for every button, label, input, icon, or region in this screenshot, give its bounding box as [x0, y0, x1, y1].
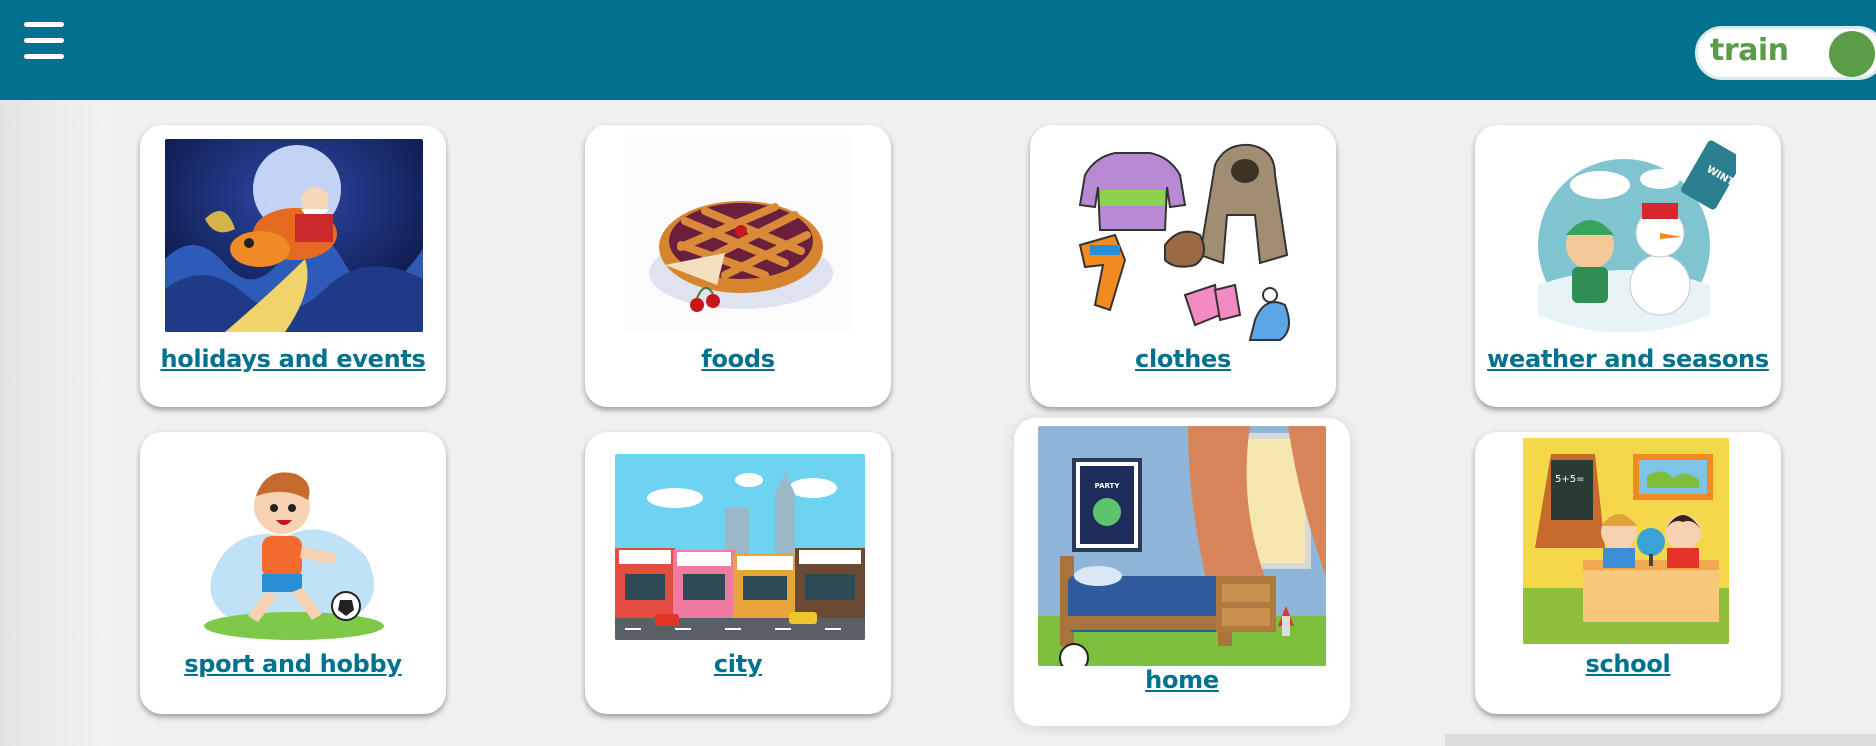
bottom-scroll-strip [1445, 734, 1876, 746]
winter-snowman-image: WINTER [1520, 135, 1736, 339]
category-title[interactable]: clothes [1030, 345, 1336, 373]
category-card-sport-and-hobby[interactable]: sport and hobby [140, 432, 446, 714]
winter-clothes-image [1055, 135, 1313, 367]
category-card-home[interactable]: PARTY home [1014, 418, 1350, 726]
category-title[interactable]: school [1475, 650, 1781, 678]
svg-text:5+5=: 5+5= [1555, 474, 1584, 485]
cherry-pie-image [625, 135, 851, 331]
category-title[interactable]: holidays and events [140, 345, 446, 373]
category-card-foods[interactable]: foods [585, 125, 891, 407]
category-card-holidays-and-events[interactable]: holidays and events [140, 125, 446, 407]
top-bar: train [0, 0, 1876, 100]
bedroom-image: PARTY [1038, 426, 1326, 666]
category-title[interactable]: weather and seasons [1475, 345, 1781, 373]
category-card-school[interactable]: 5+5= school [1475, 432, 1781, 714]
train-mode-toggle[interactable]: train [1695, 26, 1876, 80]
category-card-city[interactable]: city [585, 432, 891, 714]
svg-text:PARTY: PARTY [1095, 482, 1121, 490]
left-page-shade [0, 100, 110, 746]
category-title[interactable]: sport and hobby [140, 650, 446, 678]
boy-playing-soccer-image [196, 456, 392, 642]
category-title[interactable]: home [1014, 666, 1350, 694]
hamburger-menu-icon[interactable] [24, 22, 64, 64]
category-title[interactable]: city [585, 650, 891, 678]
toggle-label: train [1710, 33, 1789, 68]
toggle-knob[interactable] [1829, 31, 1875, 77]
category-title[interactable]: foods [585, 345, 891, 373]
category-card-weather-and-seasons[interactable]: WINTER weather and seasons [1475, 125, 1781, 407]
classroom-kids-image: 5+5= [1523, 438, 1729, 644]
santa-sleigh-image [165, 139, 423, 332]
city-street-image [615, 454, 865, 640]
category-card-clothes[interactable]: clothes [1030, 125, 1336, 407]
